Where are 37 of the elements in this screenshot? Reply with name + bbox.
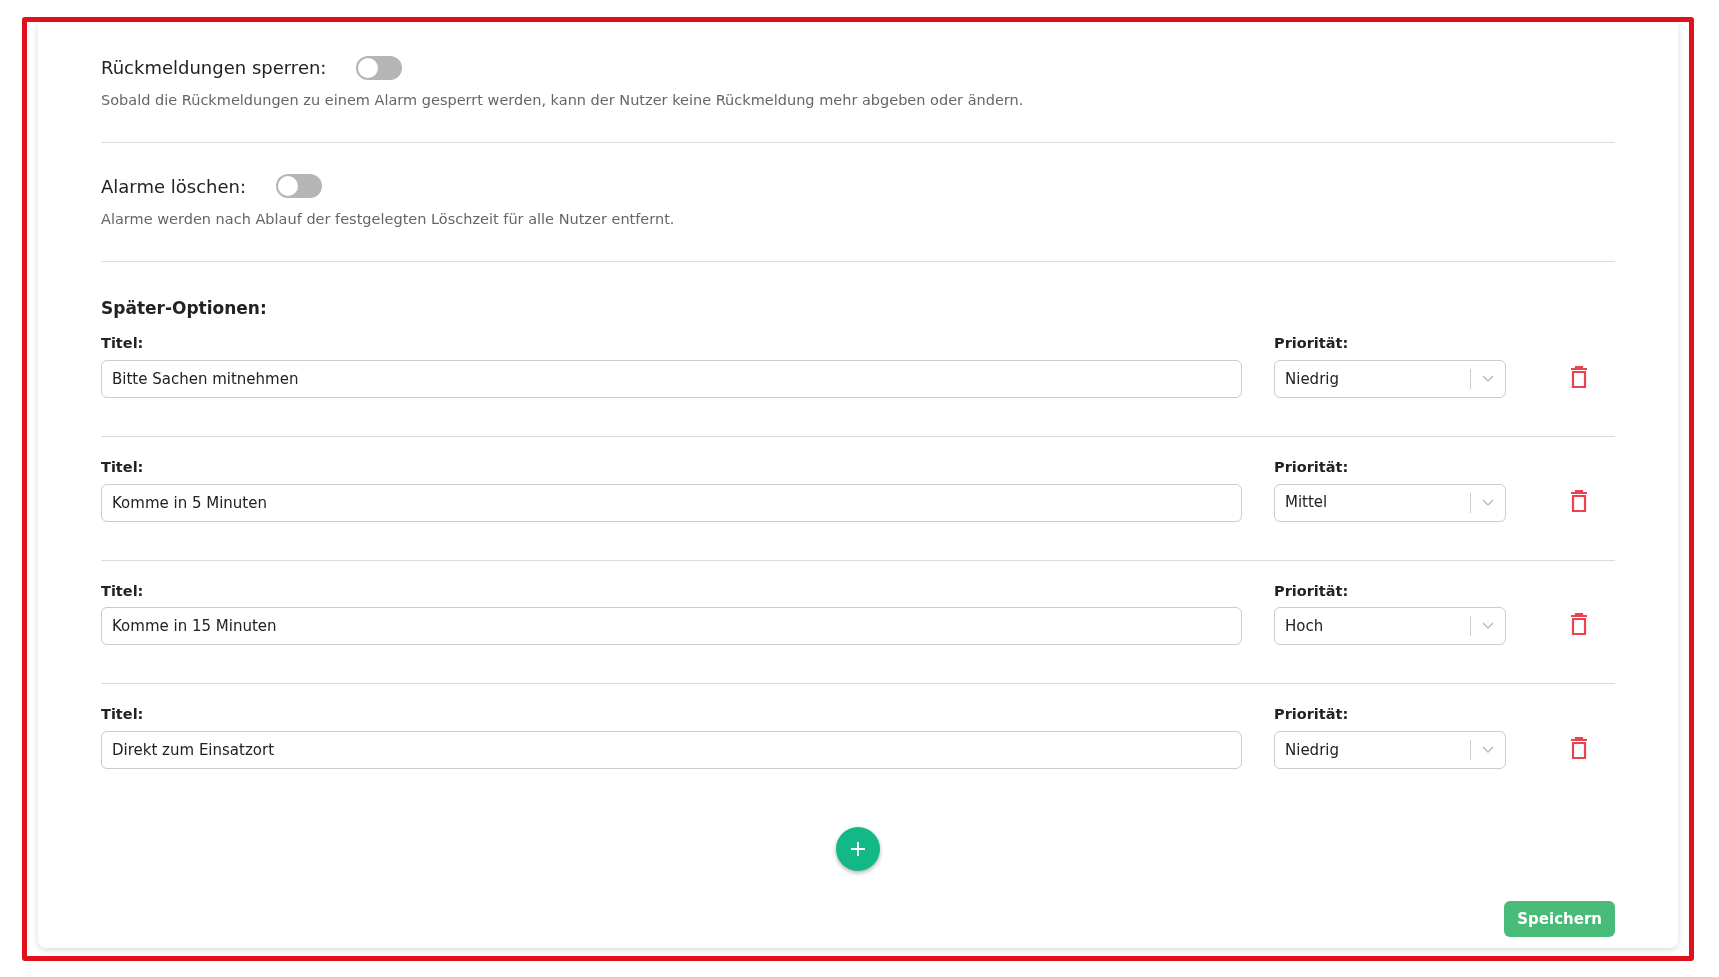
trash-icon — [1570, 737, 1588, 759]
toggle-switch[interactable] — [276, 174, 322, 199]
title-field[interactable]: Komme in 5 Minuten — [101, 483, 1242, 522]
delete-button[interactable] — [1568, 611, 1590, 638]
chevron-down-icon — [1482, 374, 1494, 383]
trash-icon — [1570, 489, 1588, 512]
chevron-down-icon — [1482, 746, 1494, 754]
field-label: Titel: — [101, 334, 144, 353]
chevron-down-icon — [1482, 622, 1494, 631]
plus-icon — [850, 841, 866, 857]
field-label: Titel: — [101, 581, 144, 601]
setting-label: Rückmeldungen sperren: — [101, 56, 327, 80]
field-label: Titel: — [101, 705, 144, 725]
trash-icon — [1570, 613, 1588, 636]
setting-description: Alarme werden nach Ablauf der festgelegten Löschzeit für alle Nutzer entfernt. — [101, 209, 676, 229]
field-label: Priorität: — [1274, 581, 1349, 601]
trash-icon — [1570, 365, 1588, 388]
delete-button[interactable] — [1568, 735, 1590, 761]
toggle-switch[interactable] — [356, 55, 403, 80]
delete-button[interactable] — [1568, 487, 1590, 514]
chevron-down-icon — [1482, 498, 1494, 507]
field-label: Priorität: — [1274, 705, 1349, 725]
title-field[interactable]: Komme in 15 Minuten — [101, 607, 1242, 646]
delete-button[interactable] — [1568, 363, 1590, 390]
priority-select[interactable]: Hoch — [1274, 607, 1506, 646]
setting-label: Alarme löschen: — [101, 174, 246, 199]
title-field[interactable]: Direkt zum Einsatzort — [101, 731, 1242, 769]
field-label: Priorität: — [1274, 457, 1349, 477]
setting-description: Sobald die Rückmeldungen zu einem Alarm gesperrt werden, kann der Nutzer keine Rückmeldung mehr abgeben oder ändern. — [101, 91, 1025, 110]
priority-select[interactable]: Niedrig — [1274, 731, 1506, 769]
field-label: Titel: — [101, 457, 144, 477]
field-label: Priorität: — [1274, 334, 1349, 353]
priority-select[interactable]: Mittel — [1274, 483, 1506, 522]
add-button[interactable] — [836, 827, 880, 871]
section-heading: Später-Optionen: — [101, 296, 268, 320]
priority-select[interactable]: Niedrig — [1274, 359, 1506, 398]
title-field[interactable]: Bitte Sachen mitnehmen — [101, 359, 1242, 398]
